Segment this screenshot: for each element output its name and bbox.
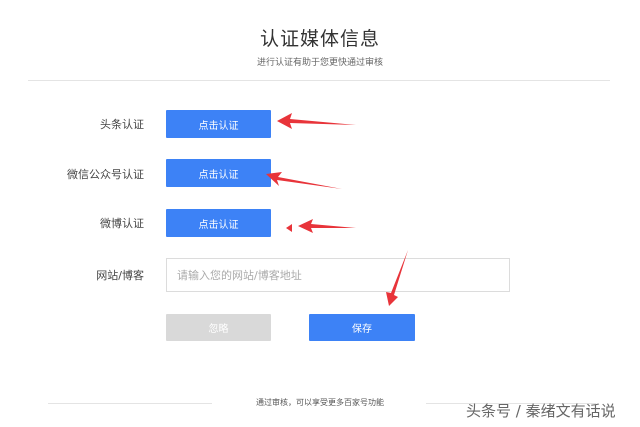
arrow-weibo-dot-icon: [286, 224, 292, 232]
annotation-arrows: [266, 113, 408, 306]
arrow-save-icon: [386, 250, 408, 306]
watermark: 头条号 / 秦绪文有话说: [466, 402, 616, 420]
arrow-weibo-icon: [298, 219, 356, 233]
arrow-toutiao-icon: [277, 113, 356, 129]
arrow-wechat-icon: [266, 172, 342, 189]
